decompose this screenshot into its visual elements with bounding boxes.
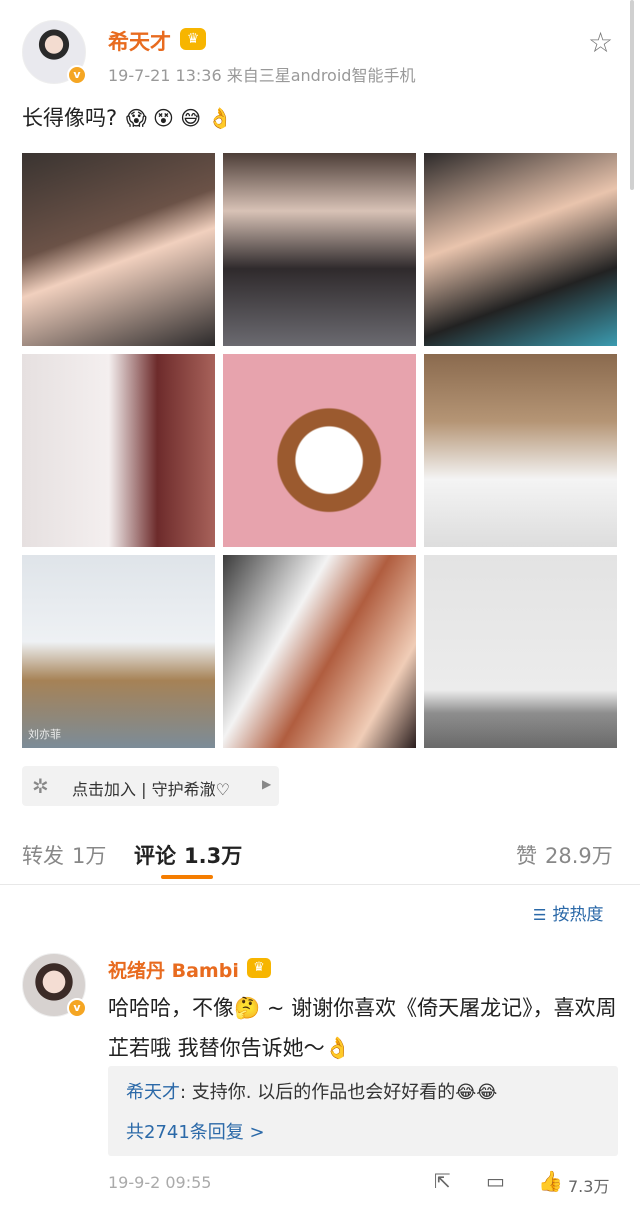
photo-tile[interactable]	[223, 153, 416, 346]
topic-icon: ✲	[32, 774, 49, 798]
reply-icon[interactable]: ▭	[486, 1169, 505, 1193]
photo-tile[interactable]	[424, 354, 617, 547]
like-count: 28.9万	[545, 844, 613, 868]
reply-text: : 支持你. 以后的作品也会好好看的😂😂	[180, 1082, 498, 1103]
author-avatar[interactable]: v	[22, 20, 87, 85]
photo-tile[interactable]: 刘亦菲	[22, 555, 215, 748]
photo-tile[interactable]	[424, 153, 617, 346]
section-divider	[0, 884, 640, 885]
stats-tabs: 转发 1万 评论 1.3万 赞 28.9万	[0, 830, 640, 886]
repost-label: 转发	[22, 844, 64, 868]
member-crown-icon: ♛	[247, 958, 271, 978]
topic-label: 点击加入 | 守护希澈♡	[72, 780, 230, 799]
reply-author[interactable]: 希天才	[126, 1082, 180, 1103]
favorite-star-icon[interactable]: ☆	[588, 26, 613, 59]
reply-preview: 希天才: 支持你. 以后的作品也会好好看的😂😂	[126, 1078, 497, 1104]
comment-time: 19-9-2 09:55	[108, 1173, 212, 1192]
chevron-right-icon: ▶	[262, 777, 272, 791]
sort-icon: ☰	[533, 906, 547, 924]
repost-count: 1万	[72, 844, 107, 868]
photo-watermark: 刘亦菲	[28, 728, 61, 741]
photo-tile[interactable]	[223, 354, 416, 547]
photo-tile[interactable]	[22, 153, 215, 346]
post-header: v 希天才 ♛ 19-7-21 13:36 来自三星android智能手机 ☆	[0, 0, 640, 100]
post-text-body: 长得像吗?	[22, 106, 118, 130]
active-tab-indicator	[161, 875, 213, 879]
photo-tile[interactable]	[223, 555, 416, 748]
sort-label: 按热度	[552, 905, 604, 925]
comment-like-count: 7.3万	[568, 1177, 610, 1196]
comment-label: 评论	[134, 844, 176, 868]
more-replies-link[interactable]: 共2741条回复 >	[126, 1118, 265, 1144]
tab-likes[interactable]: 赞 28.9万	[516, 840, 613, 870]
post-emojis: 😱 😵 😅 👌	[125, 106, 233, 130]
post-text: 长得像吗? 😱 😵 😅 👌	[22, 102, 232, 132]
verified-badge-icon: v	[67, 998, 87, 1018]
tab-repost[interactable]: 转发 1万	[22, 840, 106, 870]
post-meta: 19-7-21 13:36 来自三星android智能手机	[108, 66, 416, 85]
comment-count: 1.3万	[184, 844, 243, 868]
tab-comments[interactable]: 评论 1.3万	[134, 840, 242, 870]
thumbs-up-icon[interactable]: 👍	[538, 1169, 563, 1193]
photo-grid: 刘亦菲	[22, 153, 618, 749]
scrollbar[interactable]	[630, 0, 634, 190]
commenter-avatar[interactable]: v	[22, 953, 87, 1018]
reply-box[interactable]: 希天才: 支持你. 以后的作品也会好好看的😂😂 共2741条回复 >	[108, 1066, 618, 1156]
photo-tile[interactable]	[22, 354, 215, 547]
commenter-name[interactable]: 祝绪丹 Bambi	[108, 956, 239, 983]
topic-chip[interactable]: ✲ 点击加入 | 守护希澈♡ ▶	[22, 766, 279, 806]
share-icon[interactable]: ⇱	[434, 1169, 451, 1193]
comment-text: 哈哈哈，不像🤔 ~ 谢谢你喜欢《倚天屠龙记》，喜欢周芷若哦 我替你告诉她～👌	[108, 996, 617, 1060]
sort-button[interactable]: ☰ 按热度	[533, 900, 603, 925]
verified-badge-icon: v	[67, 65, 87, 85]
like-label: 赞	[516, 844, 537, 868]
author-name[interactable]: 希天才	[108, 26, 171, 56]
photo-tile[interactable]	[424, 555, 617, 748]
member-crown-icon: ♛	[180, 28, 206, 50]
